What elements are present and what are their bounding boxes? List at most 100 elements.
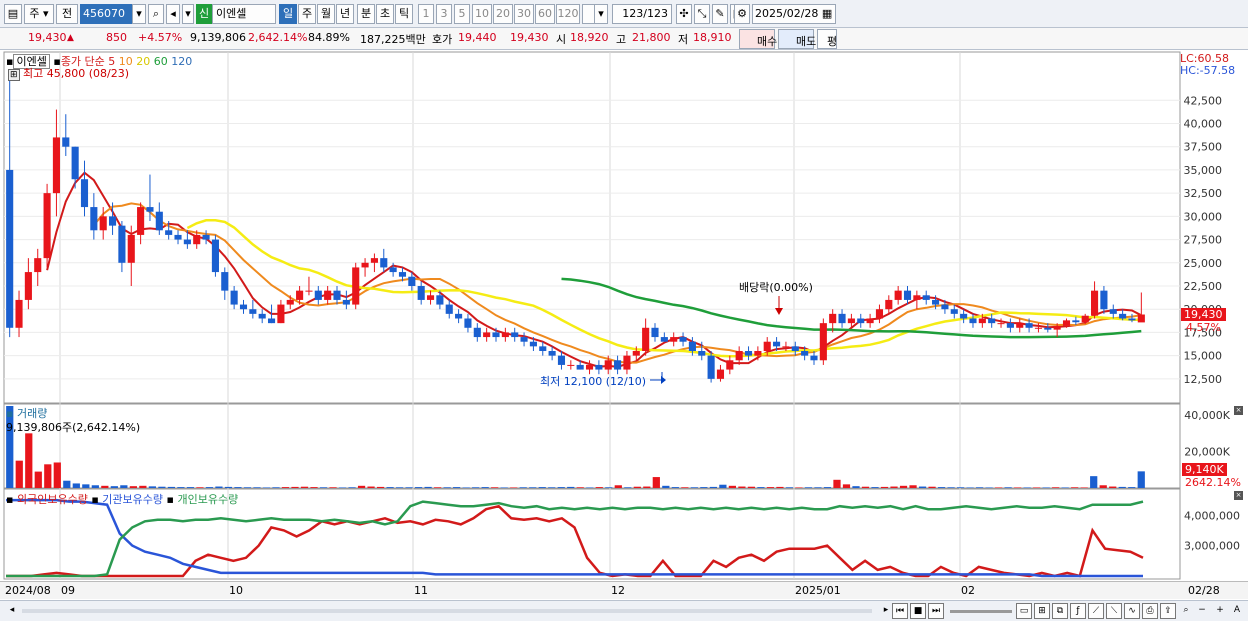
interval-10[interactable]: 10 — [472, 4, 492, 24]
export-icon[interactable]: ⇪ — [1160, 603, 1176, 619]
stop-icon[interactable]: ■ — [910, 603, 926, 619]
last-page-icon[interactable]: ⏭ — [928, 603, 944, 619]
scrollbar-track[interactable] — [22, 609, 872, 613]
individual-holding-label[interactable]: 개인보유수량 — [177, 493, 238, 506]
candle-body — [249, 309, 257, 314]
interval-20-label: 20 — [496, 7, 510, 20]
date-input[interactable]: 2025/02/28 ▦ — [752, 4, 836, 24]
speaker-dropdown-icon[interactable]: ▾ — [182, 4, 194, 24]
chart-area[interactable]: 12,50015,00017,50020,00022,50025,00027,5… — [0, 50, 1248, 600]
period-select[interactable]: 주 ▾ — [24, 4, 54, 24]
tools-icon[interactable]: ✎ — [712, 4, 728, 24]
price-tick-label: 25,000 — [1184, 257, 1223, 270]
last-pct-tag: 4.57% — [1186, 321, 1221, 334]
interval-30[interactable]: 30 — [514, 4, 534, 24]
stock-code-input[interactable]: 456070 — [80, 4, 132, 24]
trend-icon[interactable]: ∿ — [1124, 603, 1140, 619]
candle-body — [885, 299, 893, 310]
stock-name-field[interactable]: 이엔셀 — [212, 4, 276, 24]
split-icon[interactable]: ⊞ — [1034, 603, 1050, 619]
candle-body — [941, 304, 949, 310]
volume-bar — [1109, 486, 1117, 488]
settings-gear-icon[interactable]: ⚙ — [734, 4, 750, 24]
count-input[interactable]: 123/123 — [612, 4, 672, 24]
candle-body — [436, 295, 444, 305]
prev-button[interactable]: 전 — [56, 4, 78, 24]
speaker-icon[interactable]: ◂ — [166, 4, 180, 24]
timeframe-year[interactable]: 년 — [336, 4, 354, 24]
foreign-holding-label[interactable]: 외국인보유수량 — [17, 493, 88, 506]
new-listing-badge: 신 — [196, 4, 212, 24]
candle-body — [333, 290, 341, 300]
volume-bar — [595, 487, 603, 488]
sell-button[interactable]: 매도 — [778, 29, 816, 49]
first-page-icon[interactable]: ⏮ — [892, 603, 908, 619]
draw-icon[interactable]: ⟋ — [1088, 603, 1104, 619]
zoom-in-icon[interactable]: + — [1212, 603, 1228, 619]
code-dropdown-icon[interactable]: ▾ — [132, 4, 146, 24]
interval-3[interactable]: 3 — [436, 4, 452, 24]
interval-5[interactable]: 5 — [454, 4, 470, 24]
evaluation-button[interactable]: 평 — [817, 29, 837, 49]
interval-1[interactable]: 1 — [418, 4, 434, 24]
volume-bar — [196, 487, 204, 488]
timeframe-tick[interactable]: 틱 — [395, 4, 413, 24]
interval-120[interactable]: 120 — [556, 4, 580, 24]
crosshair-icon[interactable]: ✣ — [676, 4, 692, 24]
candle-body — [801, 351, 809, 356]
volume-bar — [453, 487, 461, 488]
volume-bar — [871, 487, 879, 488]
candle-body — [230, 290, 238, 305]
volume-bar — [338, 487, 347, 488]
timeframe-week-label: 주 — [301, 7, 313, 20]
zoom-slider[interactable] — [950, 610, 1012, 613]
calendar-icon[interactable]: ▦ — [822, 7, 832, 20]
x-label-09: 09 — [61, 584, 75, 597]
candle-body — [997, 323, 1005, 325]
volume-bar — [557, 487, 565, 488]
search-icon[interactable]: ⌕ — [148, 4, 164, 24]
holding-panel-close-icon[interactable]: × — [1234, 491, 1243, 500]
volume-bar — [329, 487, 337, 488]
magnifier-icon[interactable]: ⌕ — [1178, 603, 1194, 619]
timeframe-month[interactable]: 월 — [317, 4, 335, 24]
candle-body — [80, 179, 89, 208]
open-price: 18,920 — [570, 31, 609, 44]
interval-60[interactable]: 60 — [535, 4, 555, 24]
candle-body — [99, 216, 107, 231]
volume-bar — [671, 487, 679, 488]
print-icon[interactable]: ⎙ — [1142, 603, 1158, 619]
timeframe-second[interactable]: 초 — [376, 4, 394, 24]
candle-body — [670, 337, 678, 342]
buy-button[interactable]: 매수 — [739, 29, 777, 49]
layout-icon[interactable]: ▭ — [1016, 603, 1032, 619]
volume-bar — [414, 487, 423, 488]
candle-body — [258, 313, 266, 319]
font-size-icon[interactable]: A — [1229, 603, 1245, 619]
compare-icon[interactable]: ⧉ — [1052, 603, 1068, 619]
volume-bar — [1023, 487, 1031, 488]
institution-holding-label[interactable]: 기관보유수량 — [102, 493, 163, 506]
volume-panel-close-icon[interactable]: × — [1234, 406, 1243, 415]
zoom-out-icon[interactable]: − — [1194, 603, 1210, 619]
price-tick-label: 15,000 — [1184, 350, 1223, 363]
low-note: 최저 12,100 (12/10) — [540, 375, 647, 388]
interval-20[interactable]: 20 — [493, 4, 513, 24]
chart-menu-icon[interactable]: ▤ — [4, 4, 22, 24]
timeframe-day[interactable]: 일 — [279, 4, 297, 24]
line-tool-icon[interactable]: ⟍ — [1106, 603, 1122, 619]
volume-pct-tag: 2642.14% — [1182, 476, 1244, 489]
interval-dropdown-icon[interactable]: ▾ — [594, 4, 608, 24]
zoom-icon[interactable]: ⤡ — [694, 4, 710, 24]
candle-body — [324, 290, 332, 300]
volume-bar — [690, 487, 698, 488]
timeframe-minute[interactable]: 분 — [357, 4, 375, 24]
indicator-icon[interactable]: ƒ — [1070, 603, 1086, 619]
timeframe-week[interactable]: 주 — [298, 4, 316, 24]
ma60-label[interactable]: 60 — [154, 55, 168, 68]
chart-canvas[interactable]: 12,50015,00017,50020,00022,50025,00027,5… — [0, 50, 1248, 600]
trade-amount: 187,225백만 — [360, 33, 426, 46]
ma20-label[interactable]: 20 — [136, 55, 150, 68]
ma120-label[interactable]: 120 — [171, 55, 192, 68]
scroll-left-icon[interactable]: ◂ — [4, 603, 20, 619]
